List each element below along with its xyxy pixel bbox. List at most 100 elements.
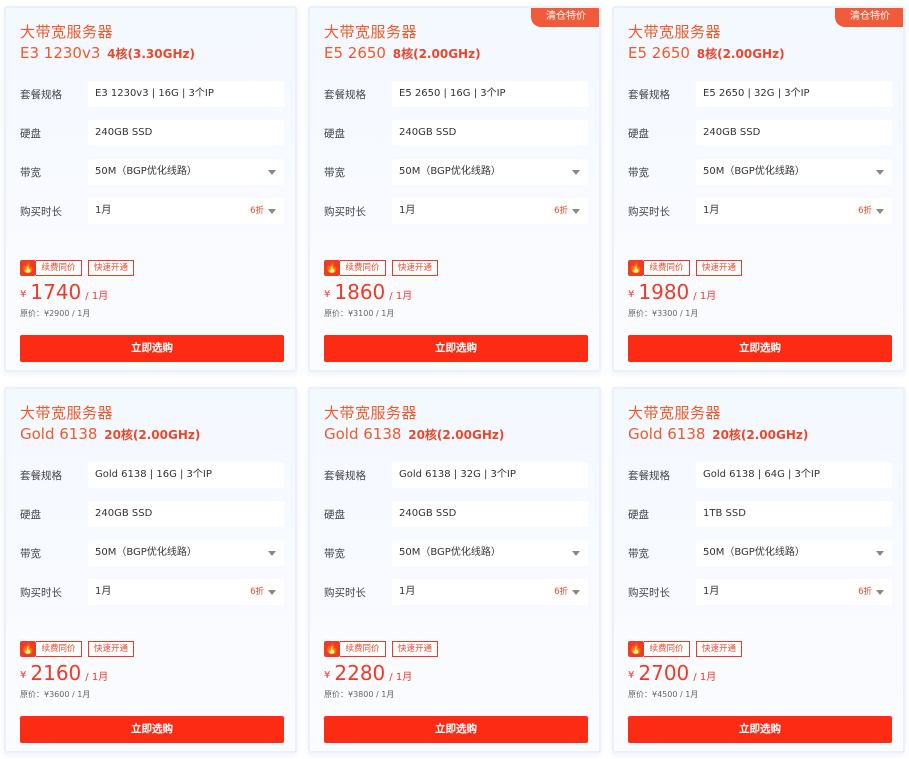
card-title: 大带宽服务器 [20, 23, 114, 41]
spec-label: 套餐规格 [628, 470, 670, 482]
disk-label: 硬盘 [324, 509, 345, 521]
duration-label: 购买时长 [20, 206, 62, 218]
spec-field: Gold 6138 | 64G | 3个IP [696, 462, 892, 488]
buy-now-button[interactable]: 立即选购 [20, 716, 284, 743]
fire-icon: 🔥 [324, 641, 340, 657]
renew-same-price-tag: 续费同价 [644, 260, 690, 276]
bandwidth-select[interactable]: 50M（BGP优化线路） [88, 540, 284, 566]
price-period: / 1月 [85, 672, 109, 683]
renew-same-price-tag: 续费同价 [340, 260, 386, 276]
duration-select[interactable]: 1月 6折 [392, 579, 588, 605]
renew-same-price-tag: 续费同价 [644, 641, 690, 657]
card-model: Gold 6138 20核(2.00GHz) [628, 425, 808, 443]
card-model: Gold 6138 20核(2.00GHz) [20, 425, 200, 443]
bandwidth-select[interactable]: 50M（BGP优化线路） [392, 159, 588, 185]
price-period: / 1月 [693, 672, 717, 683]
bandwidth-row: 带宽 50M（BGP优化线路） [20, 159, 284, 185]
core-info: 8核(2.00GHz) [696, 47, 785, 61]
original-price: 原价：¥3100 / 1月 [324, 309, 395, 318]
price-amount: 2280 [334, 661, 386, 685]
plan-card: 大带宽服务器 Gold 6138 20核(2.00GHz) 套餐规格 Gold … [308, 387, 601, 753]
spec-label: 套餐规格 [324, 470, 366, 482]
original-price: 原价：¥3800 / 1月 [324, 690, 395, 699]
card-model: E5 2650 8核(2.00GHz) [628, 44, 785, 62]
duration-select[interactable]: 1月 6折 [88, 198, 284, 224]
spec-field: Gold 6138 | 32G | 3个IP [392, 462, 588, 488]
spec-label: 套餐规格 [20, 89, 62, 101]
chevron-down-icon [268, 209, 276, 214]
plan-card: 大带宽服务器 Gold 6138 20核(2.00GHz) 套餐规格 Gold … [4, 387, 297, 753]
model-name: Gold 6138 [324, 425, 402, 443]
spec-row: 套餐规格 E5 2650 | 16G | 3个IP [324, 81, 588, 107]
discount-badge: 6折 [250, 587, 264, 597]
spec-label: 套餐规格 [20, 470, 62, 482]
bandwidth-label: 带宽 [324, 167, 345, 179]
spec-field: Gold 6138 | 16G | 3个IP [88, 462, 284, 488]
fire-icon: 🔥 [20, 260, 36, 276]
buy-now-button[interactable]: 立即选购 [628, 716, 892, 743]
chevron-down-icon [268, 590, 276, 595]
buy-now-button[interactable]: 立即选购 [324, 716, 588, 743]
disk-field: 240GB SSD [392, 120, 588, 146]
bandwidth-row: 带宽 50M（BGP优化线路） [628, 540, 892, 566]
fire-icon: 🔥 [628, 641, 644, 657]
duration-select[interactable]: 1月 6折 [392, 198, 588, 224]
bandwidth-select[interactable]: 50M（BGP优化线路） [696, 159, 892, 185]
bandwidth-value: 50M（BGP优化线路） [703, 547, 805, 558]
disk-label: 硬盘 [324, 128, 345, 140]
chevron-down-icon [876, 209, 884, 214]
spec-row: 套餐规格 Gold 6138 | 16G | 3个IP [20, 462, 284, 488]
renew-same-price-tag: 续费同价 [36, 260, 82, 276]
chevron-down-icon [876, 590, 884, 595]
bandwidth-value: 50M（BGP优化线路） [399, 166, 501, 177]
chevron-down-icon [268, 551, 276, 556]
bandwidth-row: 带宽 50M（BGP优化线路） [324, 159, 588, 185]
fire-icon: 🔥 [628, 260, 644, 276]
duration-select[interactable]: 1月 6折 [696, 579, 892, 605]
duration-select[interactable]: 1月 6折 [696, 198, 892, 224]
duration-row: 购买时长 1月 6折 [324, 198, 588, 224]
duration-row: 购买时长 1月 6折 [628, 198, 892, 224]
disk-row: 硬盘 240GB SSD [324, 501, 588, 527]
spec-label: 套餐规格 [628, 89, 670, 101]
chevron-down-icon [572, 590, 580, 595]
price: ¥1980/ 1月 [628, 280, 716, 306]
disk-label: 硬盘 [628, 128, 649, 140]
duration-select[interactable]: 1月 6折 [88, 579, 284, 605]
duration-row: 购买时长 1月 6折 [324, 579, 588, 605]
bandwidth-label: 带宽 [628, 167, 649, 179]
bandwidth-select[interactable]: 50M（BGP优化线路） [392, 540, 588, 566]
core-info: 20核(2.00GHz) [408, 428, 505, 442]
server-plan-grid: 大带宽服务器 E3 1230v3 4核(3.30GHz) 套餐规格 E3 123… [0, 0, 909, 759]
spec-field: E5 2650 | 32G | 3个IP [696, 81, 892, 107]
bandwidth-label: 带宽 [628, 548, 649, 560]
buy-now-button[interactable]: 立即选购 [20, 335, 284, 362]
clearance-ribbon: 清仓特价 [835, 8, 903, 27]
fast-activation-tag: 快速开通 [88, 641, 134, 657]
buy-now-button[interactable]: 立即选购 [628, 335, 892, 362]
fire-icon: 🔥 [324, 260, 340, 276]
disk-row: 硬盘 240GB SSD [20, 501, 284, 527]
original-price: 原价：¥3600 / 1月 [20, 690, 91, 699]
bandwidth-value: 50M（BGP优化线路） [95, 547, 197, 558]
currency-symbol: ¥ [628, 670, 635, 681]
bandwidth-select[interactable]: 50M（BGP优化线路） [88, 159, 284, 185]
bandwidth-label: 带宽 [20, 548, 41, 560]
bandwidth-row: 带宽 50M（BGP优化线路） [628, 159, 892, 185]
disk-label: 硬盘 [20, 509, 41, 521]
duration-label: 购买时长 [324, 587, 366, 599]
chevron-down-icon [876, 551, 884, 556]
disk-field: 240GB SSD [392, 501, 588, 527]
spec-value: Gold 6138 | 64G | 3个IP [703, 469, 820, 480]
bandwidth-select[interactable]: 50M（BGP优化线路） [696, 540, 892, 566]
model-name: Gold 6138 [20, 425, 98, 443]
card-title: 大带宽服务器 [628, 23, 722, 41]
discount-badge: 6折 [554, 206, 568, 216]
price: ¥2160/ 1月 [20, 661, 108, 687]
buy-now-button[interactable]: 立即选购 [324, 335, 588, 362]
card-title: 大带宽服务器 [324, 23, 418, 41]
currency-symbol: ¥ [324, 289, 331, 300]
currency-symbol: ¥ [20, 289, 27, 300]
bandwidth-value: 50M（BGP优化线路） [703, 166, 805, 177]
spec-row: 套餐规格 Gold 6138 | 64G | 3个IP [628, 462, 892, 488]
